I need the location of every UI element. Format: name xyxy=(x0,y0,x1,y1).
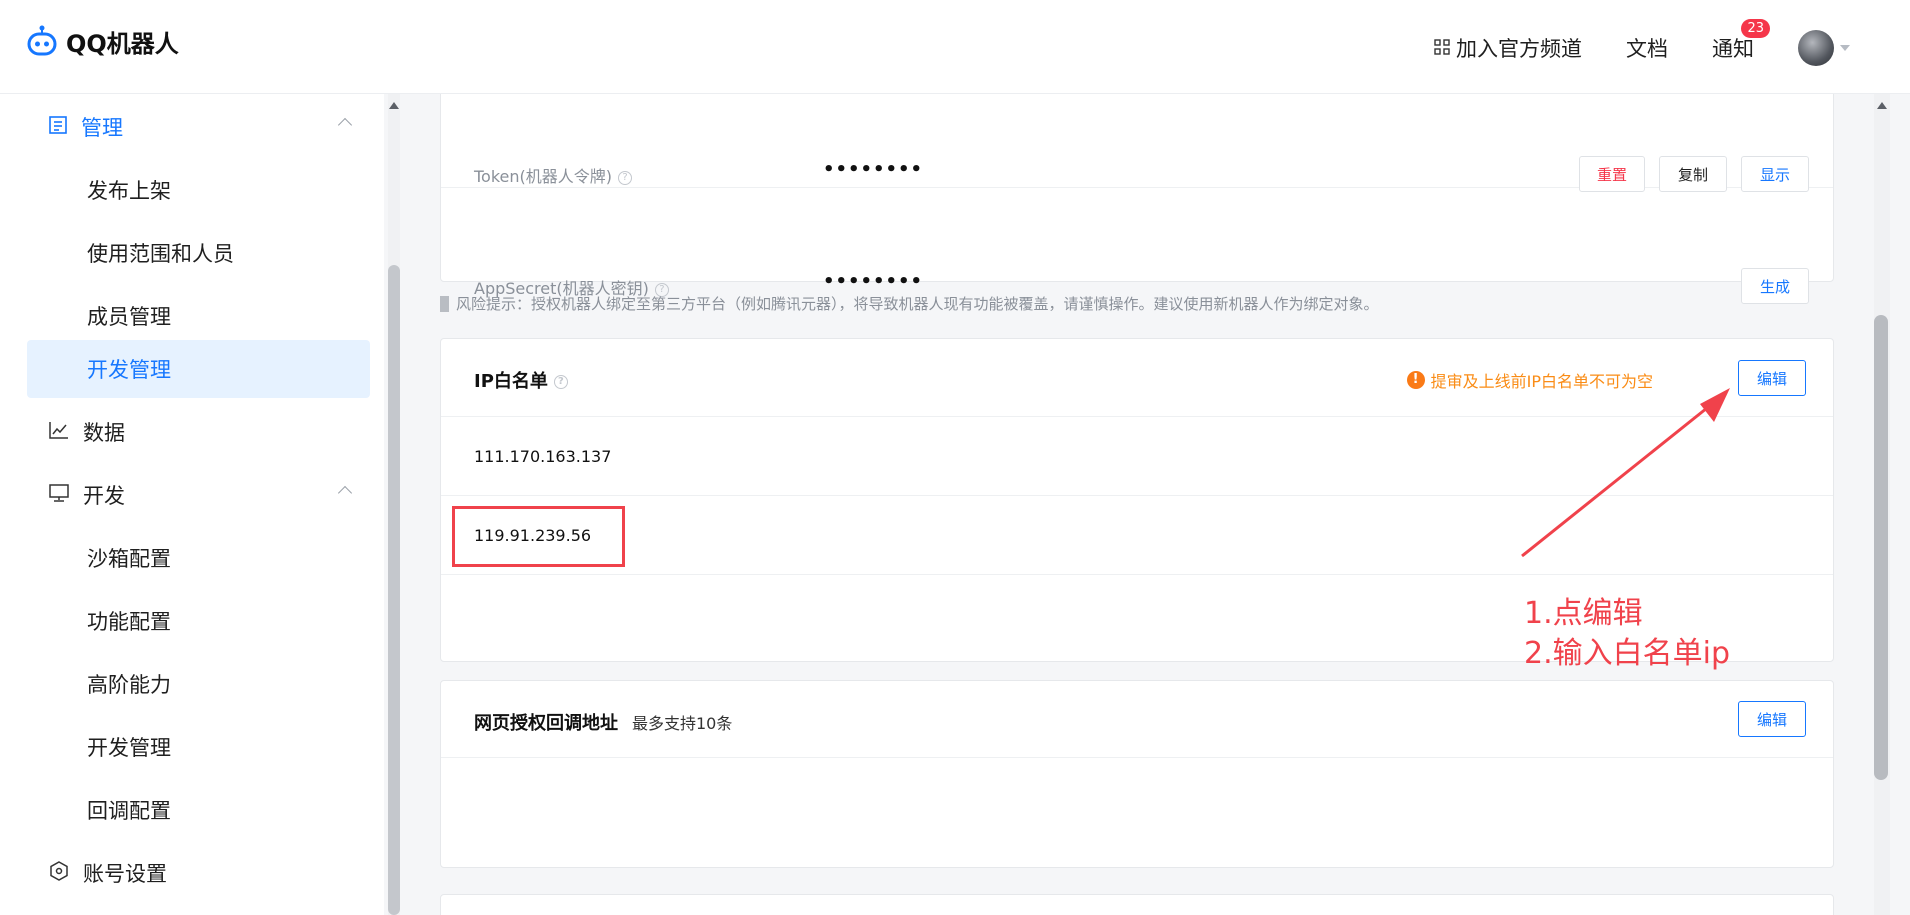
sidebar-item-label: 开发 xyxy=(83,484,125,508)
callback-edit-button[interactable]: 编辑 xyxy=(1738,701,1806,737)
app-name: QQ机器人 xyxy=(66,30,179,58)
sidebar-item-label: 高阶能力 xyxy=(87,673,171,697)
sidebar-item-label: 开发管理 xyxy=(87,358,171,382)
scroll-up-arrow-icon[interactable] xyxy=(1877,102,1887,109)
sidebar-item-label: 管理 xyxy=(81,116,123,140)
chevron-up-icon xyxy=(337,117,353,133)
token-label-text: Token(机器人令牌) xyxy=(474,167,613,186)
avatar[interactable] xyxy=(1798,30,1834,66)
annotation-line-2: 2.输入白名单ip xyxy=(1524,636,1731,671)
sidebar-item-develop[interactable]: 开发 xyxy=(27,466,370,524)
highlight-box xyxy=(452,506,625,567)
notice-link[interactable]: 通知 23 xyxy=(1712,19,1770,63)
chevron-up-icon xyxy=(337,485,353,501)
top-header: QQ机器人 加入官方频道 文档 通知 23 xyxy=(0,0,1910,94)
help-icon[interactable]: ? xyxy=(618,170,633,185)
sidebar-item-scope[interactable]: 使用范围和人员 xyxy=(27,224,370,282)
token-label: Token(机器人令牌)? xyxy=(474,163,633,187)
callback-title: 网页授权回调地址 最多支持10条 xyxy=(474,709,732,735)
sidebar-scrollbar-thumb[interactable] xyxy=(388,265,400,915)
sidebar-item-label: 沙箱配置 xyxy=(87,547,171,571)
sidebar-item-dev-manage[interactable]: 开发管理 xyxy=(27,340,370,398)
chevron-down-icon xyxy=(1840,45,1850,51)
next-card xyxy=(440,894,1834,915)
sidebar-item-dev-manage-2[interactable]: 开发管理 xyxy=(27,718,370,776)
ip-whitelist-header: IP白名单? ! 提审及上线前IP白名单不可为空 编辑 xyxy=(441,339,1833,417)
sidebar-item-label: 回调配置 xyxy=(87,799,171,823)
sidebar-item-data[interactable]: 数据 xyxy=(27,403,370,461)
token-row: Token(机器人令牌)? •••••••• 重置 复制 显示 xyxy=(441,94,1833,192)
docs-link[interactable]: 文档 xyxy=(1626,33,1668,63)
monitor-icon xyxy=(49,483,69,507)
generate-button[interactable]: 生成 xyxy=(1741,268,1809,304)
token-value: •••••••• xyxy=(823,159,924,180)
callback-header: 网页授权回调地址 最多支持10条 编辑 xyxy=(441,681,1833,758)
sidebar-item-advanced[interactable]: 高阶能力 xyxy=(27,655,370,713)
table-row: 119.91.239.56 xyxy=(441,496,1833,575)
copy-button[interactable]: 复制 xyxy=(1659,156,1727,192)
annotation-text: 1.点编辑 2.输入白名单ip xyxy=(1524,594,1730,674)
exclamation-icon: ! xyxy=(1406,371,1425,389)
scroll-up-arrow-icon[interactable] xyxy=(389,102,399,109)
ip-whitelist-title-text: IP白名单 xyxy=(474,371,548,392)
risk-marker xyxy=(440,295,449,312)
show-button[interactable]: 显示 xyxy=(1741,156,1809,192)
sidebar-item-label: 功能配置 xyxy=(87,610,171,634)
hexagon-icon xyxy=(49,860,69,886)
ip-whitelist-edit-button[interactable]: 编辑 xyxy=(1738,360,1806,396)
help-icon[interactable]: ? xyxy=(553,375,568,389)
sidebar-item-account[interactable]: 账号设置 xyxy=(27,844,370,902)
join-channel-label: 加入官方频道 xyxy=(1456,37,1582,61)
callback-title-text: 网页授权回调地址 xyxy=(474,713,618,734)
logo[interactable]: QQ机器人 xyxy=(26,24,179,59)
callback-card: 网页授权回调地址 最多支持10条 编辑 xyxy=(440,680,1834,868)
annotation-line-1: 1.点编辑 xyxy=(1524,596,1643,631)
ip-entry: 111.170.163.137 xyxy=(474,447,612,466)
sidebar-item-members[interactable]: 成员管理 xyxy=(27,287,370,345)
user-menu[interactable] xyxy=(1798,30,1850,66)
document-list-icon xyxy=(49,115,67,139)
secret-value: •••••••• xyxy=(823,271,924,292)
join-channel-link[interactable]: 加入官方频道 xyxy=(1434,33,1582,63)
ip-whitelist-warning: ! 提审及上线前IP白名单不可为空 xyxy=(1406,368,1653,392)
sidebar-item-label: 账号设置 xyxy=(83,862,167,886)
notice-badge: 23 xyxy=(1741,19,1770,38)
main-content: Token(机器人令牌)? •••••••• 重置 复制 显示 AppSecre… xyxy=(400,94,1874,915)
sidebar-item-manage[interactable]: 管理 xyxy=(27,98,370,156)
warning-text: 提审及上线前IP白名单不可为空 xyxy=(1430,372,1653,391)
secret-row: AppSecret(机器人密钥)? •••••••• 生成 xyxy=(441,188,1833,304)
reset-button[interactable]: 重置 xyxy=(1579,156,1645,192)
sidebar-item-label: 数据 xyxy=(83,421,125,445)
main-scrollbar-thumb[interactable] xyxy=(1874,315,1888,780)
line-chart-icon xyxy=(49,420,69,444)
ip-whitelist-title: IP白名单? xyxy=(474,367,568,393)
docs-label: 文档 xyxy=(1626,37,1668,61)
sidebar-item-callback[interactable]: 回调配置 xyxy=(27,781,370,839)
grid-icon xyxy=(1434,36,1450,60)
sidebar-item-label: 发布上架 xyxy=(87,179,171,203)
risk-tip-text: 风险提示：授权机器人绑定至第三方平台（例如腾讯元器），将导致机器人现有功能被覆盖… xyxy=(456,295,1379,313)
sidebar-item-label: 开发管理 xyxy=(87,736,171,760)
sidebar-item-features[interactable]: 功能配置 xyxy=(27,592,370,650)
sidebar-item-label: 使用范围和人员 xyxy=(87,242,234,266)
sidebar-item-sandbox[interactable]: 沙箱配置 xyxy=(27,529,370,587)
robot-logo-icon xyxy=(26,25,58,59)
callback-subtitle: 最多支持10条 xyxy=(632,714,733,733)
sidebar: 管理 发布上架 使用范围和人员 成员管理 开发管理 数据 开发 沙箱配置 功能配… xyxy=(0,94,384,915)
risk-tip: 风险提示：授权机器人绑定至第三方平台（例如腾讯元器），将导致机器人现有功能被覆盖… xyxy=(440,293,1379,314)
sidebar-item-label: 成员管理 xyxy=(87,305,171,329)
sidebar-item-publish[interactable]: 发布上架 xyxy=(27,161,370,219)
credentials-card: Token(机器人令牌)? •••••••• 重置 复制 显示 AppSecre… xyxy=(440,94,1834,304)
table-row: 111.170.163.137 xyxy=(441,417,1833,496)
